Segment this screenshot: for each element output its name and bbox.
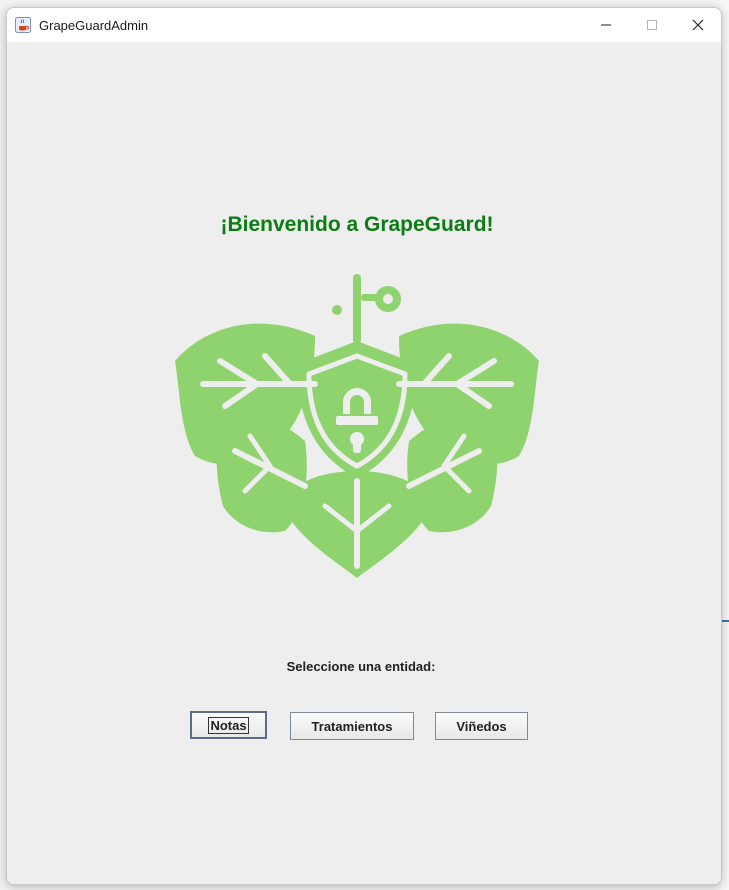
- vinedos-button[interactable]: Viñedos: [435, 712, 528, 740]
- minimize-icon: [601, 24, 611, 26]
- minimize-button[interactable]: [583, 8, 629, 42]
- java-cup-icon: [15, 17, 31, 33]
- entity-prompt: Seleccione una entidad:: [286, 659, 436, 674]
- maximize-icon: [647, 20, 657, 30]
- title-bar[interactable]: GrapeGuardAdmin: [7, 8, 721, 42]
- content-panel: ¡Bienvenido a GrapeGuard! Seleccione una…: [7, 42, 721, 884]
- close-icon: [692, 19, 704, 31]
- window-controls: [583, 8, 721, 42]
- notas-button-label: Notas: [208, 716, 249, 734]
- welcome-heading: ¡Bienvenido a GrapeGuard!: [220, 213, 494, 236]
- window-title: GrapeGuardAdmin: [39, 17, 149, 33]
- tratamientos-button[interactable]: Tratamientos: [290, 712, 414, 740]
- vinedos-button-label: Viñedos: [456, 718, 507, 734]
- tratamientos-button-label: Tratamientos: [311, 718, 393, 734]
- notas-button[interactable]: Notas: [190, 711, 267, 739]
- grape-leaf-shield-lock-logo: [175, 274, 539, 578]
- app-window: GrapeGuardAdmin ¡Bienvenido a GrapeGuard…: [6, 7, 722, 885]
- close-button[interactable]: [675, 8, 721, 42]
- maximize-button[interactable]: [629, 8, 675, 42]
